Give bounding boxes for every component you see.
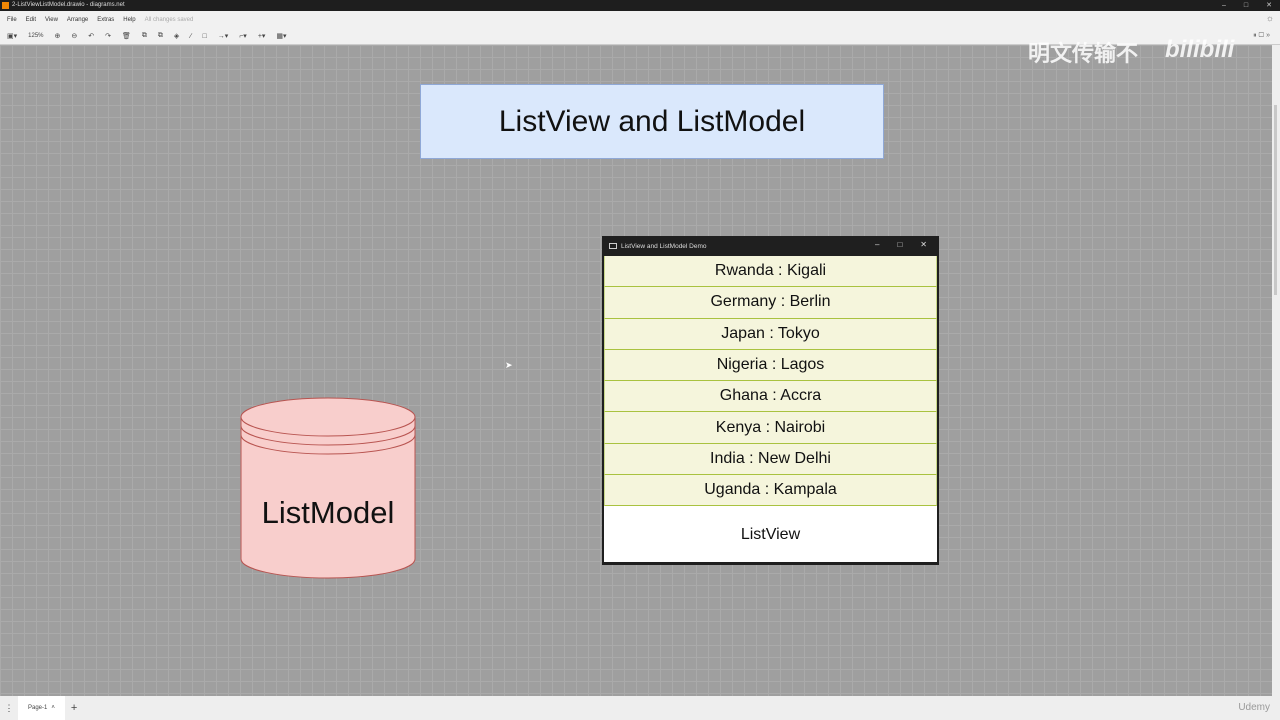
zoom-out-icon[interactable]: ⊖ [71, 32, 77, 40]
list-item[interactable]: Japan : Tokyo [604, 318, 937, 350]
theme-icon[interactable]: ☼ [1266, 13, 1274, 23]
zoom-in-icon[interactable]: ⊕ [55, 32, 61, 40]
line-color-icon[interactable]: ∕ [190, 33, 191, 40]
menu-help[interactable]: Help [123, 17, 135, 23]
menu-edit[interactable]: Edit [26, 17, 36, 23]
list-item[interactable]: Ghana : Accra [604, 381, 937, 413]
diagram-title-box[interactable]: ListView and ListModel [420, 84, 884, 159]
to-front-icon[interactable]: ⧉ [142, 32, 147, 40]
list-item[interactable]: Uganda : Kampala [604, 475, 937, 507]
save-status: All changes saved [144, 16, 194, 23]
app-close-button[interactable]: ✕ [920, 240, 927, 249]
bilibili-logo: bilibili [1165, 36, 1235, 63]
listmodel-label: ListModel [261, 495, 395, 530]
list-item[interactable]: Germany : Berlin [604, 287, 937, 319]
list-item[interactable]: Rwanda : Kigali [604, 256, 937, 288]
insert-icon[interactable]: +▾ [258, 32, 266, 40]
list-item[interactable]: Kenya : Nairobi [604, 412, 937, 444]
menu-view[interactable]: View [45, 17, 58, 23]
app-maximize-button[interactable]: □ [897, 240, 902, 249]
menu-arrange[interactable]: Arrange [67, 17, 88, 23]
shadow-icon[interactable]: □ [202, 33, 206, 40]
fill-color-icon[interactable]: ◈ [174, 32, 179, 40]
page-bar: ⋮ Page-1 ˄ + [0, 696, 1280, 720]
delete-icon[interactable]: 🗑 [122, 32, 131, 40]
format-panel-icon[interactable]: ▣▾ [7, 32, 17, 40]
watermark-text: 明文传输不 [1028, 41, 1139, 66]
panel-toggle-icons[interactable]: ⏸ ▢ » [1253, 32, 1270, 40]
redo-icon[interactable]: ↷ [105, 32, 111, 40]
listview: Rwanda : Kigali Germany : Berlin Japan :… [604, 256, 937, 562]
page-tab[interactable]: Page-1 ˄ [18, 696, 65, 720]
chevron-up-icon[interactable]: ˄ [51, 705, 55, 711]
connection-icon[interactable]: →▾ [218, 32, 229, 40]
close-button[interactable]: ✕ [1266, 0, 1272, 11]
page-menu-icon[interactable]: ⋮ [0, 703, 18, 714]
listmodel-cylinder[interactable] [240, 397, 416, 579]
zoom-select[interactable]: 125% [28, 33, 43, 39]
demo-app-window: ListView and ListModel Demo – □ ✕ Rwanda… [602, 236, 939, 565]
menu-file[interactable]: File [7, 17, 17, 23]
minimize-button[interactable]: – [1222, 0, 1226, 11]
app-title: ListView and ListModel Demo [621, 242, 707, 250]
to-back-icon[interactable]: ⧉ [158, 32, 163, 40]
list-item[interactable]: Nigeria : Lagos [604, 349, 937, 382]
app-minimize-button[interactable]: – [875, 240, 879, 249]
waypoints-icon[interactable]: ⌐▾ [239, 32, 247, 40]
drawio-logo-icon [2, 2, 9, 9]
udemy-watermark: Udemy [1238, 702, 1270, 713]
window-title: 2-ListViewListModel.drawio - diagrams.ne… [12, 2, 125, 8]
maximize-button[interactable]: □ [1244, 0, 1248, 11]
menu-extras[interactable]: Extras [97, 17, 114, 23]
vertical-scrollbar[interactable] [1272, 45, 1280, 696]
add-page-button[interactable]: + [71, 702, 77, 714]
page-tab-label: Page-1 [28, 705, 48, 711]
undo-icon[interactable]: ↶ [88, 32, 94, 40]
mouse-cursor-icon: ➤ [505, 360, 513, 370]
menu-bar: File Edit View Arrange Extras Help All c… [0, 11, 1280, 28]
table-icon[interactable]: ▦▾ [276, 32, 286, 40]
window-titlebar: 2-ListViewListModel.drawio - diagrams.ne… [0, 0, 1280, 11]
diagram-title: ListView and ListModel [498, 104, 806, 138]
list-item[interactable]: India : New Delhi [604, 443, 937, 476]
app-icon [609, 243, 617, 249]
listview-caption: ListView [740, 526, 801, 544]
